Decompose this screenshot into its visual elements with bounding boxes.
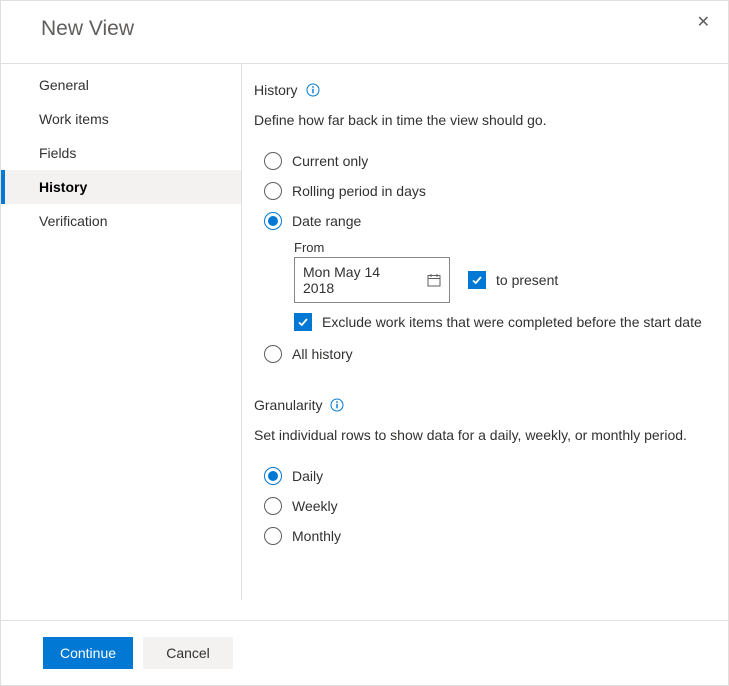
close-icon[interactable]: ✕ [697, 15, 710, 31]
date-row: Mon May 14 2018 to present [294, 257, 716, 303]
checkbox-checked-icon [294, 313, 312, 331]
exclude-label: Exclude work items that were completed b… [322, 314, 702, 330]
radio-weekly[interactable]: Weekly [254, 491, 716, 521]
radio-label: Date range [292, 213, 361, 229]
radio-icon [264, 527, 282, 545]
sidebar-item-label: Verification [39, 213, 107, 229]
radio-label: Monthly [292, 528, 341, 544]
history-description: Define how far back in time the view sho… [254, 112, 716, 128]
info-icon[interactable] [306, 83, 320, 97]
granularity-label: Granularity [254, 397, 322, 413]
granularity-section-title: Granularity [254, 397, 716, 413]
sidebar-item-label: General [39, 77, 89, 93]
date-range-subsection: From Mon May 14 2018 to present [254, 240, 716, 331]
info-icon[interactable] [330, 398, 344, 412]
dialog-footer: Continue Cancel [1, 620, 728, 685]
sidebar-item-label: Work items [39, 111, 109, 127]
to-present-checkbox[interactable]: to present [468, 271, 558, 289]
radio-rolling-period[interactable]: Rolling period in days [254, 176, 716, 206]
calendar-icon [427, 273, 441, 287]
history-label: History [254, 82, 298, 98]
radio-icon [264, 152, 282, 170]
radio-label: All history [292, 346, 353, 362]
to-present-label: to present [496, 272, 558, 288]
cancel-button[interactable]: Cancel [143, 637, 233, 669]
sidebar-item-general[interactable]: General [1, 68, 241, 102]
granularity-description: Set individual rows to show data for a d… [254, 427, 716, 443]
sidebar-item-fields[interactable]: Fields [1, 136, 241, 170]
from-date-value: Mon May 14 2018 [303, 264, 407, 296]
radio-icon [264, 467, 282, 485]
checkbox-checked-icon [468, 271, 486, 289]
radio-icon [264, 497, 282, 515]
dialog-header: New View [1, 1, 728, 64]
sidebar-item-verification[interactable]: Verification [1, 204, 241, 238]
sidebar-item-label: Fields [39, 145, 76, 161]
continue-button[interactable]: Continue [43, 637, 133, 669]
dialog-title: New View [41, 17, 134, 40]
dialog-body: General Work items Fields History Verifi… [1, 64, 728, 600]
sidebar-item-work-items[interactable]: Work items [1, 102, 241, 136]
radio-icon [264, 345, 282, 363]
radio-current-only[interactable]: Current only [254, 146, 716, 176]
radio-label: Current only [292, 153, 368, 169]
radio-label: Weekly [292, 498, 338, 514]
radio-label: Daily [292, 468, 323, 484]
radio-icon [264, 182, 282, 200]
sidebar: General Work items Fields History Verifi… [1, 64, 242, 600]
content-pane: History Define how far back in time the … [242, 64, 728, 600]
history-section-title: History [254, 82, 716, 98]
radio-date-range[interactable]: Date range [254, 206, 716, 236]
from-date-input[interactable]: Mon May 14 2018 [294, 257, 450, 303]
radio-icon [264, 212, 282, 230]
radio-label: Rolling period in days [292, 183, 426, 199]
new-view-dialog: ✕ New View General Work items Fields His… [0, 0, 729, 686]
radio-daily[interactable]: Daily [254, 461, 716, 491]
radio-monthly[interactable]: Monthly [254, 521, 716, 551]
sidebar-item-history[interactable]: History [1, 170, 241, 204]
radio-all-history[interactable]: All history [254, 339, 716, 369]
sidebar-item-label: History [39, 179, 87, 195]
from-label: From [294, 240, 716, 255]
exclude-checkbox[interactable]: Exclude work items that were completed b… [294, 313, 716, 331]
